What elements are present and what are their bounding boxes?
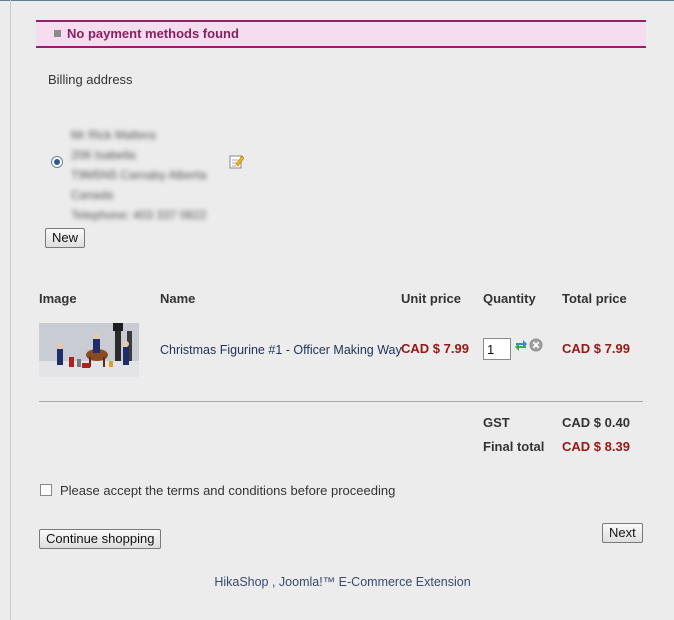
address-line: 206 Isabella: [71, 148, 136, 162]
terms-label: Please accept the terms and conditions b…: [60, 483, 396, 498]
final-total-label: Final total: [483, 439, 545, 454]
address-line: Telephone: 403 337 0822: [71, 208, 207, 222]
address-line: Mr Rick Mattera: [71, 128, 156, 142]
delete-item-icon[interactable]: [529, 338, 543, 352]
notice-message: No payment methods found: [67, 26, 239, 41]
new-address-button[interactable]: New: [45, 228, 86, 248]
column-header-unit-price: Unit price: [401, 291, 461, 306]
billing-address-block: Mr Rick Mattera 206 Isabella T9M5N5 Carn…: [71, 125, 206, 225]
checkout-page: No payment methods found Billing address…: [11, 1, 674, 620]
billing-address-title: Billing address: [48, 72, 133, 87]
terms-checkbox[interactable]: [40, 484, 52, 496]
billing-address-radio[interactable]: [51, 156, 63, 168]
column-header-name: Name: [160, 291, 196, 306]
next-button[interactable]: Next: [602, 523, 643, 543]
cart-divider: [39, 401, 643, 402]
column-header-quantity: Quantity: [483, 291, 536, 306]
quantity-input[interactable]: [483, 338, 511, 360]
notice-bullet-icon: [54, 30, 61, 37]
product-name-link[interactable]: Christmas Figurine #1 - Officer Making W…: [160, 343, 402, 357]
final-total-value: CAD $ 8.39: [562, 439, 630, 454]
column-header-image: Image: [39, 291, 77, 306]
unit-price: CAD $ 7.99: [401, 341, 469, 356]
tax-label: GST: [483, 415, 510, 430]
edit-address-icon[interactable]: [229, 154, 244, 169]
product-thumbnail[interactable]: [39, 323, 139, 377]
continue-shopping-button[interactable]: Continue shopping: [39, 529, 162, 549]
address-line: Canada: [71, 188, 114, 202]
column-header-total-price: Total price: [562, 291, 627, 306]
item-total-price: CAD $ 7.99: [562, 341, 630, 356]
refresh-quantity-icon[interactable]: [514, 338, 528, 352]
tax-value: CAD $ 0.40: [562, 415, 630, 430]
address-line: T9M5N5 Carnaby Alberta: [71, 168, 207, 182]
footer-credit[interactable]: HikaShop , Joomla!™ E-Commerce Extension: [11, 575, 674, 589]
payment-notice: No payment methods found: [36, 20, 646, 48]
